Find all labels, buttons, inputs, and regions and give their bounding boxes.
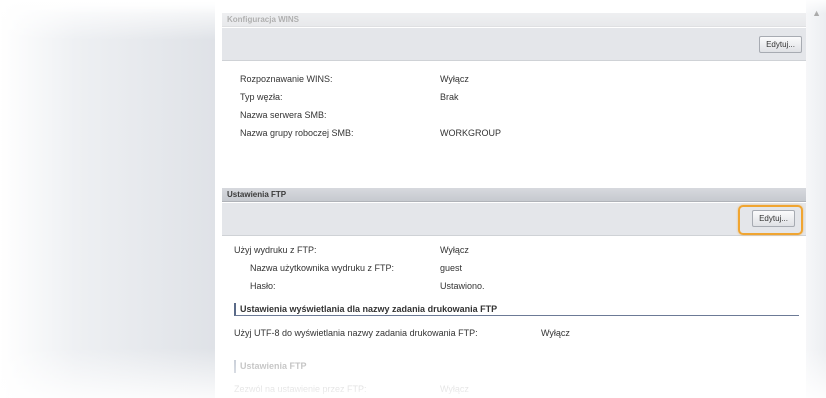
ftp-settings-subsection-header: Ustawienia FTP	[234, 360, 799, 373]
ftp-password-value: Ustawiono.	[440, 281, 485, 291]
smb-workgroup-label: Nazwa grupy roboczej SMB:	[240, 128, 354, 138]
ftp-username-label: Nazwa użytkownika wydruku z FTP:	[250, 263, 395, 273]
utf8-value: Wyłącz	[541, 328, 570, 338]
node-type-value: Brak	[440, 92, 459, 102]
wins-edit-button[interactable]: Edytuj...	[759, 36, 802, 53]
ftp-print-value: Wyłącz	[440, 245, 469, 255]
allow-ftp-label: Zezwól na ustawienie przez FTP:	[234, 384, 367, 394]
wins-resolution-value: Wyłącz	[440, 74, 469, 84]
ftp-section-header: Ustawienia FTP	[222, 188, 806, 202]
left-background	[0, 0, 215, 398]
allow-ftp-value: Wyłącz	[440, 384, 469, 394]
scrollbar[interactable]: ▲	[806, 0, 826, 398]
ftp-print-label: Użyj wydruku z FTP:	[234, 245, 317, 255]
wins-toolbar: Edytuj...	[222, 28, 806, 61]
settings-panel: Konfiguracja WINS Edytuj... Rozpoznawani…	[222, 0, 806, 398]
job-name-subsection-header: Ustawienia wyświetlania dla nazwy zadani…	[234, 303, 799, 316]
ftp-password-label: Hasło:	[250, 281, 276, 291]
wins-section-header: Konfiguracja WINS	[222, 13, 806, 27]
scroll-up-icon[interactable]: ▲	[812, 8, 821, 18]
utf8-label: Użyj UTF-8 do wyświetlania nazwy zadania…	[234, 328, 478, 338]
wins-resolution-label: Rozpoznawanie WINS:	[240, 74, 333, 84]
ftp-username-value: guest	[440, 263, 463, 273]
ftp-toolbar: Edytuj...	[222, 203, 806, 236]
smb-server-label: Nazwa serwera SMB:	[240, 110, 327, 120]
node-type-label: Typ węzła:	[240, 92, 283, 102]
smb-workgroup-value: WORKGROUP	[440, 128, 502, 138]
edit-button-highlight	[738, 205, 803, 235]
